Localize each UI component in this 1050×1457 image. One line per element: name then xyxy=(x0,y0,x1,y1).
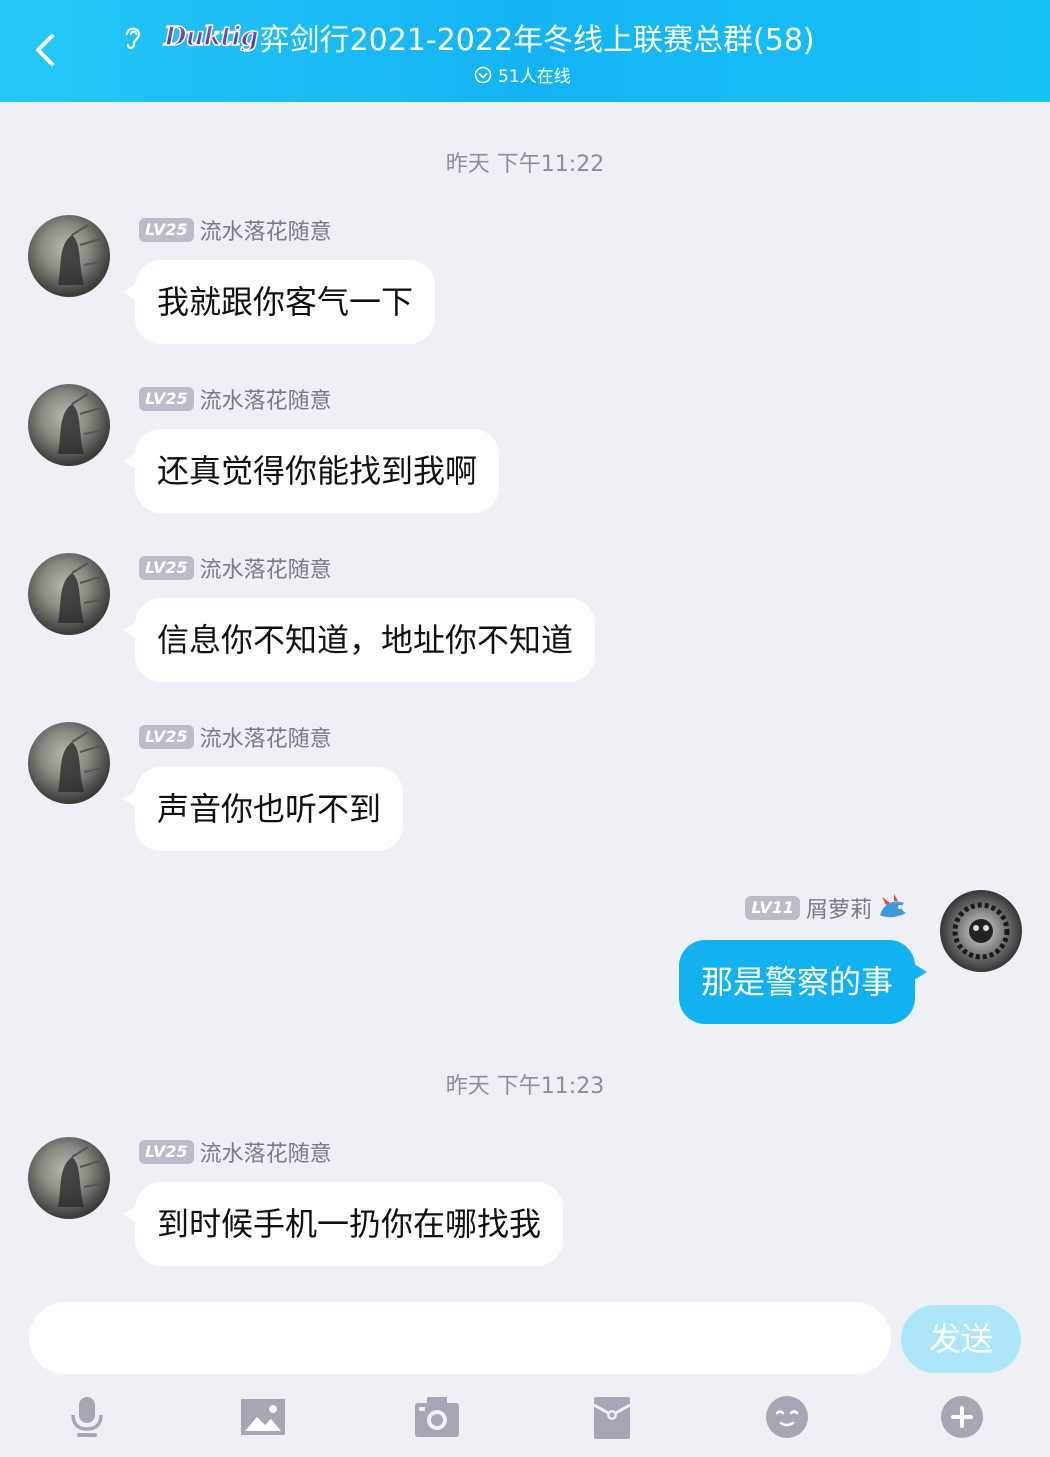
red-packet-icon[interactable] xyxy=(585,1390,639,1444)
camera-icon[interactable] xyxy=(410,1390,464,1444)
group-title-row[interactable]: Duktig 弈剑行2021-2022年冬线上联赛总群(58) xyxy=(118,14,815,60)
sender-nickname[interactable]: 流水落花随意 xyxy=(200,214,332,246)
group-logo: Duktig xyxy=(163,21,259,53)
level-badge: LV25 xyxy=(139,218,194,242)
sender-avatar[interactable] xyxy=(28,553,110,635)
level-badge: LV25 xyxy=(139,725,194,749)
level-badge: LV25 xyxy=(139,1140,194,1164)
back-arrow-icon[interactable] xyxy=(26,30,66,70)
sender-avatar[interactable] xyxy=(28,384,110,466)
message-bubble[interactable]: 信息你不知道，地址你不知道 xyxy=(122,598,596,682)
chat-header: Duktig 弈剑行2021-2022年冬线上联赛总群(58) 51人在线 xyxy=(0,0,1050,102)
send-button[interactable]: 发送 xyxy=(901,1305,1021,1373)
level-badge: LV11 xyxy=(745,896,800,920)
sender-meta: LV25 流水落花随意 xyxy=(139,384,332,414)
my-nickname[interactable]: 屑萝莉 xyxy=(806,892,872,924)
message-bubble[interactable]: 我就跟你客气一下 xyxy=(122,260,436,344)
online-status[interactable]: 51人在线 xyxy=(474,62,571,87)
plus-icon[interactable] xyxy=(935,1390,989,1444)
dragon-badge-icon xyxy=(880,894,906,918)
sender-nickname[interactable]: 流水落花随意 xyxy=(200,1136,332,1168)
sender-meta: LV25 流水落花随意 xyxy=(139,553,332,583)
sender-meta: LV25 流水落花随意 xyxy=(139,215,332,245)
microphone-icon[interactable] xyxy=(60,1390,114,1444)
sender-avatar[interactable] xyxy=(28,1137,110,1219)
sender-avatar[interactable] xyxy=(28,215,110,297)
sender-nickname[interactable]: 流水落花随意 xyxy=(200,383,332,415)
message-bubble[interactable]: 到时候手机一扔你在哪找我 xyxy=(122,1182,564,1266)
my-avatar[interactable] xyxy=(940,890,1022,972)
online-count: 51人在线 xyxy=(498,67,571,87)
emoji-icon[interactable] xyxy=(760,1390,814,1444)
my-meta: LV11 屑萝莉 xyxy=(745,893,910,923)
image-icon[interactable] xyxy=(236,1390,290,1444)
message-bubble[interactable]: 声音你也听不到 xyxy=(122,767,404,851)
level-badge: LV25 xyxy=(139,556,194,580)
message-timestamp: 昨天 下午11:22 xyxy=(445,152,605,177)
sender-avatar[interactable] xyxy=(28,722,110,804)
online-check-icon xyxy=(474,66,492,83)
sender-meta: LV25 流水落花随意 xyxy=(139,1137,332,1167)
sender-nickname[interactable]: 流水落花随意 xyxy=(200,721,332,753)
my-message-bubble[interactable]: 那是警察的事 xyxy=(678,940,928,1024)
message-input[interactable] xyxy=(29,1302,891,1374)
ear-icon[interactable] xyxy=(118,22,148,52)
sender-meta: LV25 流水落花随意 xyxy=(139,722,332,752)
sender-nickname[interactable]: 流水落花随意 xyxy=(200,552,332,584)
message-bubble[interactable]: 还真觉得你能找到我啊 xyxy=(122,429,500,513)
level-badge: LV25 xyxy=(139,387,194,411)
group-title: 弈剑行2021-2022年冬线上联赛总群(58) xyxy=(259,23,815,58)
message-timestamp: 昨天 下午11:23 xyxy=(445,1074,605,1099)
